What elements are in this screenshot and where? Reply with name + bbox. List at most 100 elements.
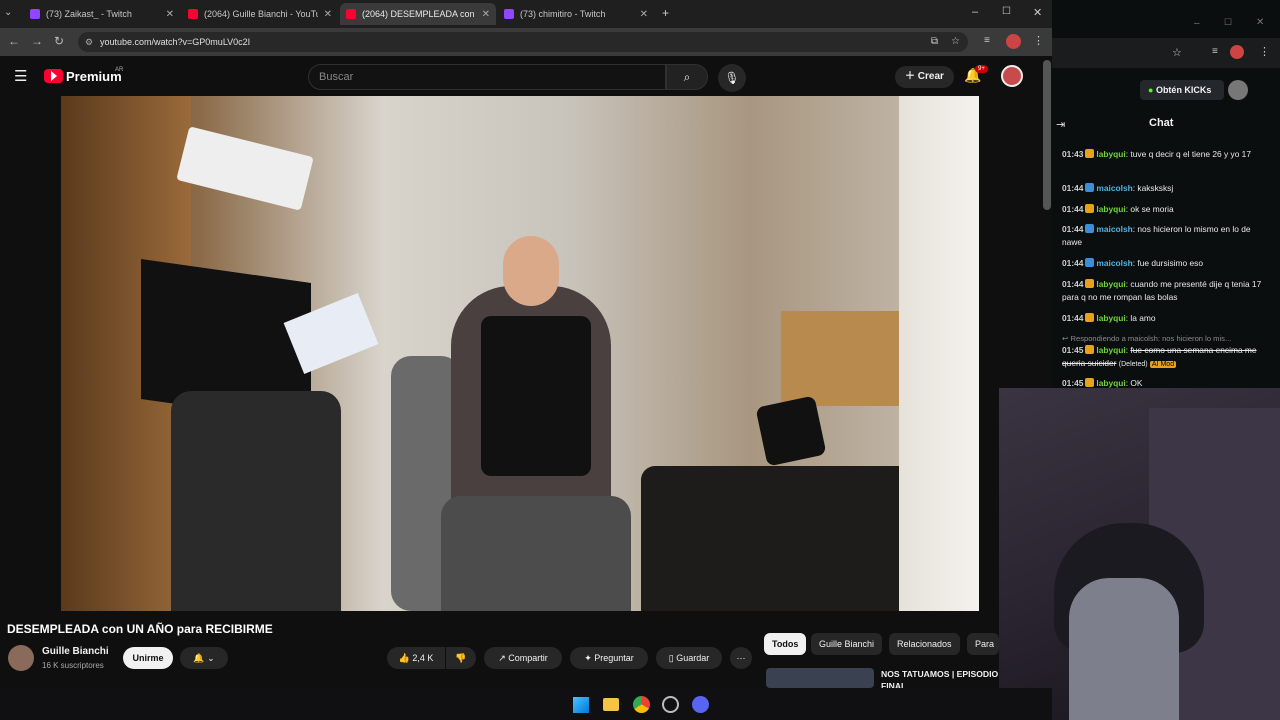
sub-badge-icon [1085,149,1095,158]
discord-icon[interactable] [692,696,709,713]
create-button[interactable]: ＋ Crear [895,66,954,88]
sub-badge-icon [1085,378,1095,387]
close-window-icon[interactable]: ✕ [1033,6,1042,19]
twitch-icon [504,9,514,19]
chip-related[interactable]: Relacionados [889,633,960,655]
pillow-logo [755,395,827,467]
tab-chimitiro[interactable]: (73) chimitiro - Twitch ✕ [498,3,654,25]
office-chair [171,391,341,611]
chat-message: 01:44 maicolsh: fue dursisimo eso [1062,258,1204,268]
more-icon: ⋯ [736,653,746,663]
bell-icon: 🔔 [193,653,205,663]
install-icon[interactable]: ⧉ [931,32,938,52]
share-button[interactable]: ↗ Compartir [484,647,562,669]
close-tab-icon[interactable]: ✕ [324,9,332,20]
chip-for-you[interactable]: Para [967,633,999,655]
reload-icon[interactable]: ↻ [54,34,64,48]
obs-icon[interactable] [662,696,679,713]
minimize-icon[interactable]: – [1194,18,1200,29]
get-kicks-button[interactable]: ● Obtén KICKs [1140,80,1224,100]
sparkle-icon: ✦ [584,653,595,663]
dislike-button[interactable]: 👎 [446,647,476,669]
webcam-overlay [999,388,1280,720]
close-tab-icon[interactable]: ✕ [640,9,648,20]
tab-guille-bianchi[interactable]: (2064) Guille Bianchi - YouTube✕ [182,3,338,25]
close-tab-icon[interactable]: ✕ [166,9,174,20]
search-icon: ⌕ [683,70,691,84]
maximize-icon[interactable]: ☐ [1002,6,1011,17]
profile-avatar[interactable] [1230,45,1244,59]
gray-skirt [441,496,631,611]
deleted-chat-message: 01:45 labyqui: fue como una semana encima… [1062,345,1257,368]
up-next-title[interactable]: NOS TATUAMOS | EPISODIO FINAL [881,668,999,688]
profile-avatar[interactable] [1006,34,1021,49]
chat-message: 01:44 labyqui: ok se moria [1062,204,1174,214]
file-explorer-icon[interactable] [603,698,619,711]
user-avatar[interactable] [1228,80,1248,100]
more-actions-button[interactable]: ⋯ [730,647,752,669]
voice-search-button[interactable]: 🎙 [718,64,746,92]
bookmark-star-icon[interactable]: ☆ [951,32,960,52]
chip-channel[interactable]: Guille Bianchi [811,633,883,655]
windows-taskbar [0,688,1052,720]
url-field[interactable]: ⚙ youtube.com/watch?v=GP0muLV0c2I ⧉ ☆ [78,32,968,52]
sub-badge-icon [1085,313,1095,322]
back-icon[interactable]: ← [8,34,20,48]
like-button[interactable]: 👍 2,4 K [387,647,445,669]
account-avatar[interactable] [1001,65,1023,87]
ai-mod-tag: AI Mod [1149,361,1177,368]
hamburger-menu-icon[interactable]: ☰ [14,67,27,85]
windows-start-icon[interactable] [573,697,589,713]
chat-message: 01:44 maicolsh: nos hicieron lo mismo en … [1062,224,1251,247]
kick-coin-icon: ● [1148,85,1156,95]
close-window-icon[interactable]: ✕ [1256,17,1264,28]
channel-avatar[interactable] [8,645,34,671]
sub-badge-icon [1085,345,1095,354]
collapse-chat-icon[interactable]: ⇥ [1056,118,1065,131]
up-next-thumbnail[interactable] [766,668,874,688]
thumbs-up-icon: 👍 [398,653,413,663]
chat-message: 01:44 labyqui: la amo [1062,313,1156,323]
region-code: AR [115,67,124,73]
sub-badge-icon [1085,279,1095,288]
kick-address-bar[interactable] [1052,38,1280,68]
tab-desempleada[interactable]: (2064) DESEMPLEADA con UN✕ [340,3,496,25]
menu-kebab-icon[interactable]: ⋮ [1259,45,1270,58]
address-bar-row: ← → ↻ ⚙ youtube.com/watch?v=GP0muLV0c2I … [0,28,1052,56]
chat-message: 01:44 maicolsh: kaksksksj [1062,183,1174,193]
video-title: DESEMPLEADA con UN AÑO para RECIBIRME [7,622,273,636]
page-scrollbar[interactable] [1043,60,1051,210]
plus-icon: ＋ [905,71,918,82]
thumbs-down-icon: 👎 [455,653,467,663]
minimize-icon[interactable]: – [972,6,978,18]
youtube-icon [188,9,198,19]
air-conditioner [176,126,314,211]
media-control-icon[interactable]: ≡ [1212,46,1218,57]
video-player[interactable] [61,96,979,611]
search-input[interactable]: Buscar [308,64,666,90]
twitch-icon [30,9,40,19]
chrome-icon[interactable] [633,696,650,713]
tab-zaikast[interactable]: (73) Zaikast_ - Twitch ✕ [24,3,180,25]
search-button[interactable]: ⌕ [666,64,708,90]
tab-search-icon[interactable]: ⌄ [4,7,12,18]
site-info-icon[interactable]: ⚙ [85,32,93,52]
person-face [503,236,559,306]
join-button[interactable]: Unirme [123,647,173,669]
maximize-icon[interactable]: ☐ [1224,17,1232,28]
channel-name[interactable]: Guille Bianchi [42,646,109,657]
ask-button[interactable]: ✦ Preguntar [570,647,648,669]
mic-icon: 🎙 [724,71,740,85]
browser-tab-bar: ⌄ (73) Zaikast_ - Twitch ✕ (2064) Guille … [0,0,1052,28]
chat-message: 01:45 labyqui: OK [1062,378,1143,388]
bookmark-star-icon[interactable]: ☆ [1172,46,1182,59]
forward-icon[interactable]: → [31,34,43,48]
new-tab-icon[interactable]: + [662,6,669,20]
menu-kebab-icon[interactable]: ⋮ [1033,34,1044,47]
premium-logo-text: Premium [66,69,122,84]
chip-all[interactable]: Todos [764,633,807,655]
media-control-icon[interactable]: ≡ [984,35,990,46]
subscription-bell-button[interactable]: 🔔 ⌄ [180,647,228,669]
save-button[interactable]: ▯ Guardar [656,647,722,669]
close-tab-icon[interactable]: ✕ [482,9,490,20]
